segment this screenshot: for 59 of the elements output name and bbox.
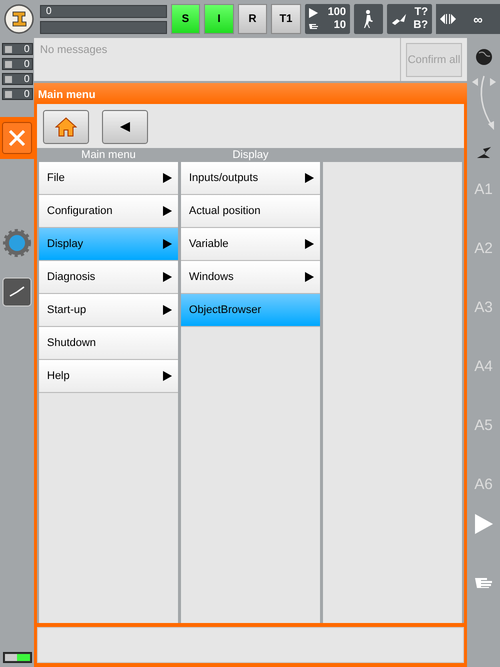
submenu-arrow-icon: [305, 239, 314, 249]
tool-base-panel[interactable]: T? B?: [386, 4, 432, 34]
mode-button[interactable]: T1: [271, 4, 301, 34]
menu-item[interactable]: Windows: [181, 261, 320, 294]
play-icon: [308, 8, 318, 18]
increment-panel[interactable]: ∞: [436, 4, 500, 34]
submenu-arrow-icon: [163, 371, 172, 381]
battery-icon: [2, 652, 32, 663]
submenu-arrow-icon: [163, 305, 172, 315]
menu-item[interactable]: File: [39, 162, 178, 195]
close-button[interactable]: [0, 117, 34, 159]
message-counter[interactable]: 0: [2, 43, 32, 55]
submenu-arrow-icon: [163, 272, 172, 282]
message-counter[interactable]: 0: [2, 88, 32, 100]
jog-override: 10: [334, 19, 346, 32]
menu-title: Main menu: [34, 83, 467, 104]
submenu-arrow-icon: [163, 206, 172, 216]
status-field: 0: [40, 4, 167, 18]
menu-item[interactable]: Configuration: [39, 195, 178, 228]
robot-logo-icon[interactable]: [4, 4, 34, 34]
base-label: B?: [413, 19, 428, 32]
menu-item[interactable]: ObjectBrowser: [181, 294, 320, 327]
menu-item[interactable]: Variable: [181, 228, 320, 261]
submenu-arrow-icon: [305, 272, 314, 282]
close-icon: [8, 129, 26, 147]
back-button[interactable]: [102, 110, 148, 144]
tool-label: T?: [414, 6, 428, 19]
menu-item[interactable]: Help: [39, 360, 178, 393]
message-type-icon: [4, 60, 12, 68]
home-icon: [55, 117, 77, 137]
column-heading: Main menu: [80, 148, 137, 162]
message-counter[interactable]: 0: [2, 73, 32, 85]
message-type-icon: [4, 76, 12, 82]
increment-value: ∞: [473, 12, 483, 26]
globe-icon[interactable]: [474, 48, 492, 66]
submenu-arrow-icon: [305, 173, 314, 183]
menu-item[interactable]: Diagnosis: [39, 261, 178, 294]
column-heading: Display: [231, 148, 270, 162]
mode-button[interactable]: I: [204, 4, 234, 34]
submenu-arrow-icon: [163, 239, 172, 249]
menu-item[interactable]: Shutdown: [39, 327, 178, 360]
walking-person-button[interactable]: [354, 4, 383, 34]
menu-item[interactable]: Inputs/outputs: [181, 162, 320, 195]
submenu-arrow-icon: [163, 173, 172, 183]
messages-text: No messages: [39, 43, 108, 58]
message-type-icon: [4, 90, 12, 98]
message-type-icon: [4, 46, 12, 52]
back-icon: [120, 122, 130, 132]
program-override: 100: [328, 6, 346, 19]
override-panel[interactable]: 100 10: [304, 4, 350, 34]
menu-item[interactable]: Actual position: [181, 195, 320, 228]
mode-button[interactable]: S: [170, 4, 200, 34]
message-counter[interactable]: 0: [2, 58, 32, 70]
menu-item[interactable]: Start-up: [39, 294, 178, 327]
increment-icon: [440, 14, 456, 24]
menu-item[interactable]: Display: [39, 228, 178, 261]
walking-person-icon: [362, 10, 374, 28]
mode-button[interactable]: R: [238, 4, 268, 34]
home-button[interactable]: [43, 110, 89, 144]
